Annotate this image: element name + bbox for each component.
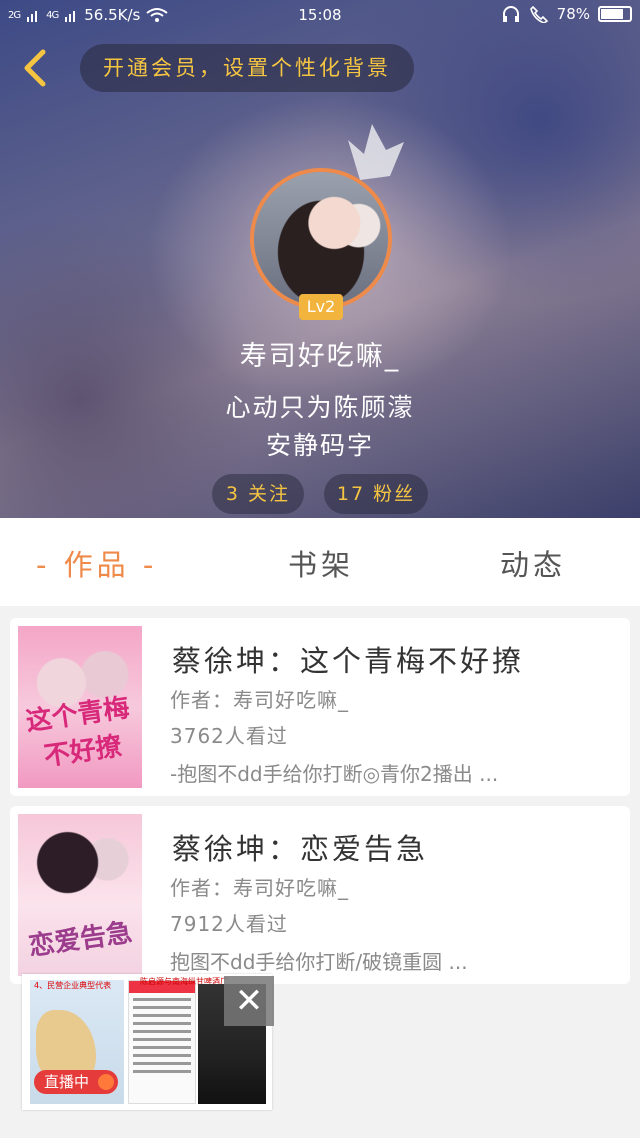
username: 寿司好吃嘛_ bbox=[239, 341, 401, 372]
ad-headline-left: 4、民营企业典型代表 bbox=[34, 981, 112, 990]
live-label: 直播中 bbox=[44, 1073, 90, 1091]
bio-line-1: 心动只为陈顾濛 bbox=[225, 393, 415, 422]
book-cover: 恋爱告急 bbox=[18, 814, 142, 976]
book-title: 蔡徐坤：这个青梅不好撩 bbox=[172, 644, 525, 678]
avatar[interactable] bbox=[250, 168, 392, 310]
headset-icon bbox=[502, 6, 519, 22]
book-cover: 这个青梅不好撩 bbox=[18, 626, 142, 788]
profile-tabs: - 作品 - 书架 动态 bbox=[0, 518, 640, 606]
book-author: 作者：寿司好吃嘛_ bbox=[170, 876, 349, 900]
book-author: 作者：寿司好吃嘛_ bbox=[170, 688, 349, 712]
cover-title: 恋爱告急 bbox=[26, 917, 134, 963]
ad-document-image bbox=[128, 980, 196, 1104]
tab-bookshelf[interactable]: 书架 bbox=[288, 542, 354, 584]
battery-icon bbox=[598, 6, 632, 22]
back-button[interactable] bbox=[18, 48, 54, 88]
avatar-image bbox=[254, 172, 388, 306]
tab-activity[interactable]: 动态 bbox=[500, 542, 566, 584]
ad-close-button[interactable]: ✕ bbox=[224, 976, 274, 1026]
cover-title: 这个青梅不好撩 bbox=[24, 693, 132, 773]
close-icon: ✕ bbox=[234, 981, 264, 1021]
book-tags: -抱图不dd手给你打断◎青你2播出 ... bbox=[170, 762, 499, 786]
book-card[interactable]: 这个青梅不好撩 蔡徐坤：这个青梅不好撩 作者：寿司好吃嘛_ 3762人看过 -抱… bbox=[10, 618, 630, 796]
book-views: 7912人看过 bbox=[170, 912, 288, 936]
status-right: 78% bbox=[501, 5, 632, 23]
battery-fill bbox=[601, 9, 623, 19]
call-icon bbox=[529, 5, 548, 23]
bio-line-2: 安静码字 bbox=[265, 431, 374, 460]
book-card[interactable]: 恋爱告急 蔡徐坤：恋爱告急 作者：寿司好吃嘛_ 7912人看过 抱图不dd手给你… bbox=[10, 806, 630, 984]
vip-banner[interactable]: 开通会员，设置个性化背景 bbox=[80, 44, 414, 92]
followers-button[interactable]: 17 粉丝 bbox=[324, 474, 428, 514]
ad-map-image: 4、民营企业典型代表 直播中 bbox=[30, 980, 124, 1104]
live-badge[interactable]: 直播中 bbox=[34, 1070, 118, 1094]
level-badge: Lv2 bbox=[299, 294, 343, 320]
following-button[interactable]: 3 关注 bbox=[212, 474, 304, 514]
book-tags: 抱图不dd手给你打断/破镜重圆 ... bbox=[170, 950, 468, 974]
back-arrow-icon bbox=[24, 49, 46, 87]
tab-works[interactable]: - 作品 - bbox=[36, 542, 157, 584]
status-bar: 2G 4G 56.5K/s 15:08 78% bbox=[0, 0, 640, 30]
book-views: 3762人看过 bbox=[170, 724, 288, 748]
book-title: 蔡徐坤：恋爱告急 bbox=[172, 832, 429, 866]
battery-percent: 78% bbox=[556, 5, 590, 23]
live-dot-icon bbox=[98, 1074, 114, 1090]
